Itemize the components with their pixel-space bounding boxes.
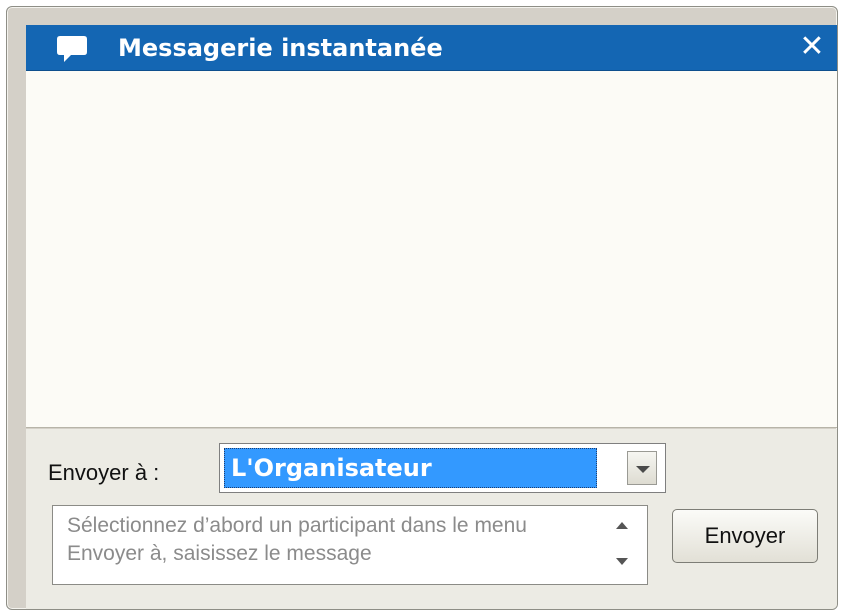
compose-area: Envoyer à : L'Organisateur Sélectionnez … <box>26 429 837 609</box>
scroll-up-icon[interactable] <box>613 520 633 534</box>
recipient-label: Envoyer à : <box>48 460 160 485</box>
recipient-select[interactable]: L'Organisateur <box>219 443 666 493</box>
speech-bubble-icon <box>57 36 87 62</box>
recipient-selected-value: L'Organisateur <box>224 448 597 488</box>
window-title: Messagerie instantanée <box>118 34 443 62</box>
chevron-down-icon[interactable] <box>627 451 657 485</box>
send-button[interactable]: Envoyer <box>672 509 818 563</box>
close-icon[interactable]: ✕ <box>797 31 827 63</box>
title-bar: Messagerie instantanée ✕ <box>26 25 837 71</box>
scroll-down-icon[interactable] <box>613 552 633 566</box>
instant-messaging-window: Messagerie instantanée ✕ Envoyer à : L'O… <box>6 6 838 610</box>
message-history-area[interactable] <box>26 71 837 428</box>
message-placeholder: Sélectionnez d’abord un participant dans… <box>67 514 527 565</box>
message-input[interactable]: Sélectionnez d’abord un participant dans… <box>52 505 648 585</box>
